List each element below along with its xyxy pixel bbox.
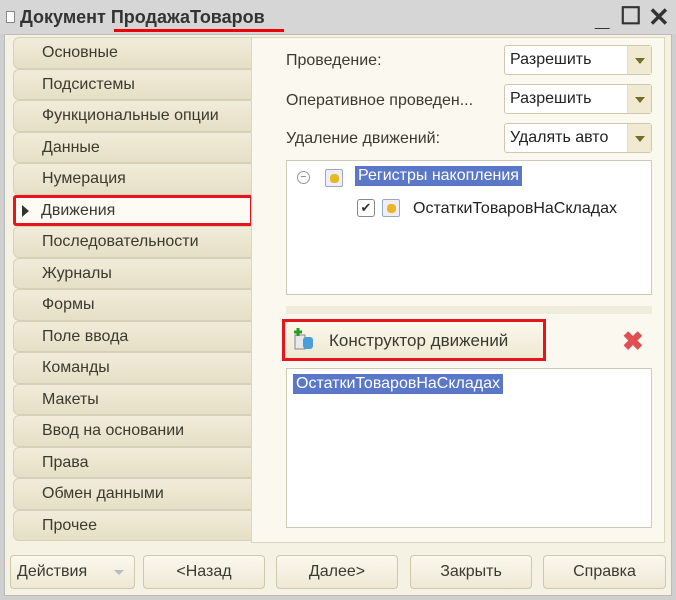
sidebar-item-label: Данные [42,138,100,156]
realtime-label: Оперативное проведен... [286,92,474,109]
selected-arrow-icon [22,204,29,217]
tree-root[interactable]: Регистры накопления [355,166,522,186]
sidebar-item-label: Движения [41,201,116,219]
close-button[interactable]: Закрыть [410,555,532,589]
realtime-value: Разрешить [510,90,592,107]
register-checkbox[interactable]: ✔ [357,199,375,217]
delete-value: Удалять авто [510,129,609,146]
title-bar: Документ ПродажаТоваров _ ☐ ✕ [0,0,676,34]
actions-label: Действия [17,563,88,580]
constructor-button[interactable]: Конструктор движений [282,319,546,361]
close-window-button[interactable]: ✕ [648,2,670,32]
constructor-label: Конструктор движений [329,331,509,350]
posting-value: Разрешить [510,51,592,68]
collapse-icon[interactable]: − [297,171,310,184]
sidebar-item[interactable]: Прочее [13,509,253,541]
sidebar-item[interactable]: Ввод на основании [13,415,253,447]
sidebar-item-label: Команды [42,359,110,376]
tree-child[interactable]: ОстаткиТоваровНаСкладах [413,200,617,218]
sidebar-item-label: Журналы [42,264,112,282]
help-button[interactable]: Справка [543,555,666,589]
sidebar-item[interactable]: Поле ввода [13,320,253,352]
sidebar-item[interactable]: Подсистемы [13,68,253,100]
chevron-down-icon [114,570,124,575]
movements-panel: Проведение: Разрешить Оперативное провед… [251,37,665,543]
sidebar-item-label: Основные [42,44,118,61]
chevron-down-icon[interactable] [627,124,651,152]
delete-label: Удаление движений: [286,130,441,147]
delete-icon[interactable]: ✖ [622,326,644,357]
sidebar-item[interactable]: Функциональные опции [13,100,253,132]
window-title: Документ ПродажаТоваров [20,7,265,27]
sidebar-item[interactable]: Данные [13,131,253,163]
chevron-down-icon[interactable] [627,85,651,113]
sidebar-item[interactable]: Права [13,446,253,478]
sidebar-item-label: Обмен данными [42,485,164,502]
posting-select[interactable]: Разрешить [504,45,652,75]
sidebar-item-label: Формы [42,296,95,313]
sidebar-item[interactable]: Нумерация [13,163,253,195]
minimize-button[interactable]: _ [595,2,609,32]
sidebar-item[interactable]: Команды [13,352,253,384]
window-body: Основные Подсистемы Функциональные опции Да… [4,34,672,596]
document-icon [6,11,15,23]
list-item[interactable]: ОстаткиТоваровНаСкладах [293,374,503,394]
sidebar-item-label: Макеты [42,390,99,408]
back-button[interactable]: <Назад [143,555,265,589]
register-icon [325,169,343,187]
sidebar-item[interactable]: Обмен данными [13,478,253,510]
sidebar-item[interactable]: Макеты [13,383,253,415]
sidebar-item-label: Поле ввода [42,327,129,345]
sidebar-item[interactable]: Формы [13,289,253,321]
registers-tree: − Регистры накопления ✔ ОстаткиТоваровНа… [286,160,652,295]
sidebar-item[interactable]: Основные [13,37,253,69]
chevron-down-icon[interactable] [627,46,651,74]
actions-button[interactable]: Действия [10,555,135,589]
splitter[interactable] [286,306,652,314]
sidebar-item-label: Подсистемы [42,75,135,93]
sidebar-item-label: Прочее [42,516,98,534]
sidebar-item[interactable]: Последовательности [13,226,253,258]
sidebar-item-label: Функциональные опции [42,107,219,124]
sidebar-item-label: Ввод на основании [42,422,185,439]
realtime-select[interactable]: Разрешить [504,84,652,114]
next-button[interactable]: Далее> [276,555,398,589]
sidebar: Основные Подсистемы Функциональные опции Да… [13,37,253,541]
register-icon [382,199,400,217]
constructor-icon [294,328,313,350]
sidebar-item-label: Нумерация [42,170,126,187]
movements-list: ОстаткиТоваровНаСкладах [286,368,652,528]
sidebar-item-label: Последовательности [42,233,199,250]
posting-label: Проведение: [286,52,382,69]
sidebar-item[interactable]: Движения [13,194,253,226]
delete-select[interactable]: Удалять авто [504,123,652,153]
sidebar-item-label: Права [42,453,89,471]
title-underline [114,29,284,32]
sidebar-item[interactable]: Журналы [13,257,253,289]
maximize-button[interactable]: ☐ [620,2,642,32]
